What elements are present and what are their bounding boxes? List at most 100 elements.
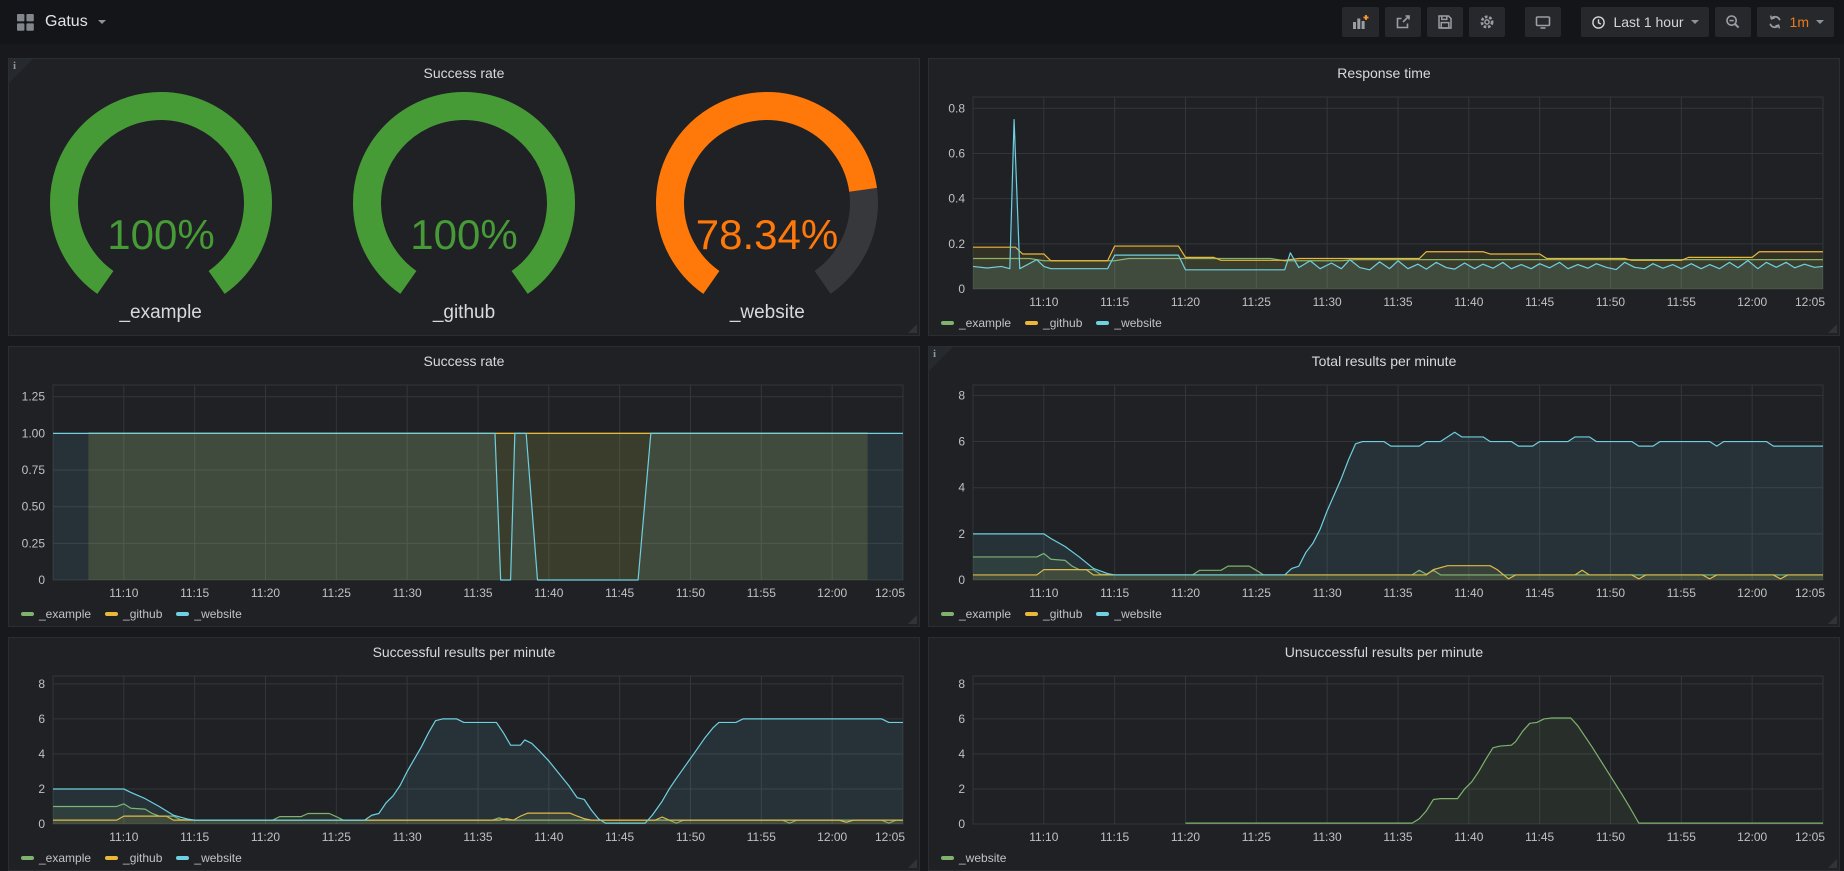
- x-axis-tick: 11:25: [1242, 295, 1271, 309]
- x-axis-tick: 12:00: [1737, 830, 1767, 844]
- x-axis-tick: 11:40: [1454, 830, 1483, 844]
- series-fill-_website: [973, 432, 1823, 580]
- series-fill-_website: [53, 719, 903, 824]
- grafana-app: Gatus: [0, 0, 1844, 871]
- gauge-arc-svg: 100%: [36, 91, 286, 297]
- share-button[interactable]: [1385, 7, 1421, 37]
- panel-title[interactable]: Success rate: [9, 347, 919, 373]
- zoom-out-button[interactable]: [1715, 7, 1751, 37]
- gauge-value: 100%: [107, 211, 214, 258]
- x-axis-tick: 11:10: [1029, 586, 1058, 600]
- chart-legend: _example _github _website: [21, 851, 242, 865]
- settings-button[interactable]: [1469, 7, 1505, 37]
- x-axis-tick: 11:20: [1171, 586, 1200, 600]
- legend-item-_website[interactable]: _website: [941, 851, 1006, 865]
- panel-title[interactable]: Response time: [929, 59, 1839, 85]
- panel-resize-handle[interactable]: [908, 324, 917, 333]
- legend-item-_example[interactable]: _example: [21, 851, 91, 865]
- save-button[interactable]: [1427, 7, 1463, 37]
- legend-item-_github[interactable]: _github: [105, 851, 162, 865]
- x-axis-tick: 11:50: [1596, 586, 1625, 600]
- x-axis-tick: 11:40: [534, 830, 563, 844]
- gauge-value: 78.34%: [696, 211, 838, 258]
- x-axis-tick: 11:55: [747, 830, 776, 844]
- legend-item-_github[interactable]: _github: [1025, 316, 1082, 330]
- chart-total-results-per-minute[interactable]: 0246811:1011:1511:2011:2511:3011:3511:40…: [929, 347, 1839, 626]
- add-panel-button[interactable]: [1342, 7, 1379, 37]
- legend-item-_github[interactable]: _github: [105, 607, 162, 621]
- panel-title[interactable]: Total results per minute: [929, 347, 1839, 373]
- dashboards-grid-icon[interactable]: [16, 13, 35, 32]
- dashboard-grid: i Success rate 100%_example100%_github78…: [0, 44, 1844, 871]
- panel-success-rate-graph: Success rate 00.250.500.751.001.2511:101…: [8, 346, 920, 627]
- info-icon[interactable]: i: [9, 59, 33, 83]
- panel-title[interactable]: Successful results per minute: [9, 638, 919, 664]
- panel-resize-handle[interactable]: [1828, 324, 1837, 333]
- x-axis-tick: 11:25: [322, 586, 351, 600]
- legend-item-_website[interactable]: _website: [176, 607, 241, 621]
- x-axis-tick: 11:15: [1100, 586, 1129, 600]
- y-axis-tick: 0: [38, 573, 45, 587]
- legend-swatch: [176, 856, 189, 860]
- chart-successful-results-per-minute[interactable]: 0246811:1011:1511:2011:2511:3011:3511:40…: [9, 638, 919, 870]
- info-icon[interactable]: i: [929, 347, 953, 371]
- gauge-_github: 100%_github: [312, 91, 615, 324]
- legend-label: _website: [194, 851, 241, 865]
- panel-resize-handle[interactable]: [908, 615, 917, 624]
- chart-legend: _website: [941, 851, 1006, 865]
- gauge-arc-svg: 100%: [339, 91, 589, 297]
- legend-swatch: [941, 856, 954, 860]
- x-axis-tick: 11:25: [1242, 586, 1271, 600]
- refresh-button[interactable]: 1m: [1757, 7, 1834, 37]
- chart-response-time[interactable]: 00.20.40.60.811:1011:1511:2011:2511:3011…: [929, 59, 1839, 335]
- x-axis-tick: 11:50: [1596, 295, 1625, 309]
- y-axis-tick: 0: [958, 573, 965, 587]
- gauge-_example: 100%_example: [9, 91, 312, 324]
- gauge-row: 100%_example100%_github 78.34% _website: [9, 85, 919, 335]
- chart-unsuccessful-results-per-minute[interactable]: 0246811:1011:1511:2011:2511:3011:3511:40…: [929, 638, 1839, 870]
- y-axis-tick: 6: [38, 712, 45, 726]
- y-axis-tick: 0.2: [948, 237, 965, 251]
- legend-label: _github: [123, 851, 162, 865]
- x-axis-tick: 11:30: [393, 830, 422, 844]
- panel-resize-handle[interactable]: [908, 859, 917, 868]
- x-axis-tick: 11:35: [1383, 586, 1412, 600]
- time-range-button[interactable]: Last 1 hour: [1581, 7, 1708, 37]
- y-axis-tick: 6: [958, 435, 965, 449]
- x-axis-tick: 11:15: [180, 586, 209, 600]
- gauge-label: _website: [616, 302, 919, 324]
- x-axis-tick: 11:45: [1525, 586, 1554, 600]
- x-axis-tick: 11:45: [1525, 830, 1554, 844]
- x-axis-tick: 11:15: [1100, 830, 1129, 844]
- legend-item-_example[interactable]: _example: [941, 316, 1011, 330]
- legend-swatch: [1096, 321, 1109, 325]
- x-axis-tick: 12:05: [1795, 830, 1825, 844]
- legend-label: _website: [194, 607, 241, 621]
- legend-item-_github[interactable]: _github: [1025, 607, 1082, 621]
- legend-swatch: [941, 612, 954, 616]
- panel-resize-handle[interactable]: [1828, 859, 1837, 868]
- panel-resize-handle[interactable]: [1828, 615, 1837, 624]
- legend-item-_website[interactable]: _website: [1096, 316, 1161, 330]
- x-axis-tick: 11:35: [1383, 830, 1412, 844]
- chart-success-rate[interactable]: 00.250.500.751.001.2511:1011:1511:2011:2…: [9, 347, 919, 626]
- legend-item-_website[interactable]: _website: [1096, 607, 1161, 621]
- legend-swatch: [21, 856, 34, 860]
- time-range-label: Last 1 hour: [1613, 14, 1683, 30]
- x-axis-tick: 11:10: [109, 586, 138, 600]
- legend-item-_example[interactable]: _example: [941, 607, 1011, 621]
- dashboard-title[interactable]: Gatus: [45, 13, 88, 31]
- legend-item-_example[interactable]: _example: [21, 607, 91, 621]
- chevron-down-icon[interactable]: [98, 20, 106, 24]
- panel-title[interactable]: Unsuccessful results per minute: [929, 638, 1839, 664]
- navbar: Gatus: [0, 0, 1844, 44]
- tv-mode-button[interactable]: [1525, 7, 1561, 37]
- legend-item-_website[interactable]: _website: [176, 851, 241, 865]
- panel-title[interactable]: Success rate: [9, 59, 919, 85]
- gauge-_website: 78.34% _website: [616, 91, 919, 324]
- y-axis-tick: 0: [958, 817, 965, 831]
- legend-label: _example: [39, 851, 91, 865]
- y-axis-tick: 1.25: [22, 390, 46, 404]
- x-axis-tick: 11:20: [251, 830, 280, 844]
- x-axis-tick: 11:55: [1667, 295, 1696, 309]
